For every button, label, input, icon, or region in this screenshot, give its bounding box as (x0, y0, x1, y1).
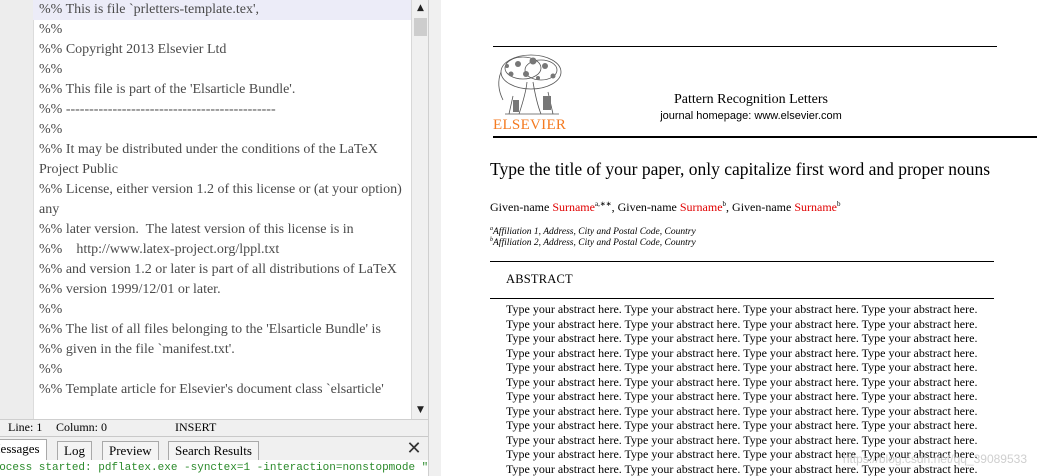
tab-preview[interactable]: Preview (102, 441, 159, 460)
paper-title: Type the title of your paper, only capit… (490, 159, 991, 179)
code-line[interactable]: %% given in the file `manifest.txt'. (39, 340, 411, 360)
code-line[interactable]: %% Copyright 2013 Elsevier Ltd (39, 40, 411, 60)
close-panel-icon[interactable]: ✕ (405, 440, 423, 458)
console-line: Process started: pdflatex.exe -synctex=1… (0, 462, 428, 474)
code-line[interactable]: %% (39, 360, 411, 380)
abstract-heading: ABSTRACT (506, 272, 573, 286)
author-given-name: Given-name (617, 200, 677, 214)
header-bottom-rule (493, 136, 1037, 138)
journal-homepage: journal homepage: www.elsevier.com (660, 110, 842, 122)
abstract-line: Type your abstract here. Type your abstr… (506, 302, 978, 316)
scroll-up-arrow-icon[interactable]: ▲ (412, 0, 428, 17)
author-surname: Surname (552, 200, 595, 214)
abstract-line: Type your abstract here. Type your abstr… (506, 374, 978, 389)
abstract-line: Type your abstract here. Type your abstr… (506, 360, 978, 374)
scroll-thumb[interactable] (414, 18, 427, 36)
code-text-area[interactable]: %% This is file `prletters-template.tex'… (33, 0, 411, 400)
author-given-name: Given-name (490, 200, 550, 214)
code-line[interactable]: %% (39, 60, 411, 80)
author-affiliation-mark: b (837, 200, 841, 208)
tab-messages[interactable]: Messages (0, 439, 47, 461)
code-line[interactable]: %% It may be distributed under the condi… (39, 140, 411, 180)
affiliation-text: Affiliation 1, Address, City and Postal … (493, 227, 696, 238)
journal-name: Pattern Recognition Letters (674, 92, 828, 107)
code-line[interactable]: %% -------------------------------------… (39, 100, 411, 120)
console-output: Process started: pdflatex.exe -synctex=1… (0, 460, 428, 476)
abstract-line: Type your abstract here. Type your abstr… (506, 316, 978, 331)
elsevier-wordmark: ELSEVIER (493, 117, 567, 133)
status-column: Column: 0 (56, 420, 108, 434)
code-line[interactable]: %% (39, 20, 411, 40)
author-surname: Surname (679, 200, 723, 214)
code-line[interactable]: %% and version 1.2 or later is part of a… (39, 260, 411, 280)
abstract-line: Type your abstract here. Type your abstr… (506, 331, 978, 345)
code-line[interactable]: %% This is file `prletters-template.tex'… (33, 0, 411, 20)
scroll-down-arrow-icon[interactable]: ▼ (412, 402, 428, 419)
abstract-line: Type your abstract here. Type your abstr… (506, 432, 978, 447)
status-bar: Line: 1 Column: 0 INSERT (0, 419, 428, 436)
affiliation-b: bAffiliation 2, Address, City and Postal… (490, 237, 696, 248)
affiliation-text: Affiliation 2, Address, City and Postal … (493, 238, 696, 249)
abstract-line: Type your abstract here. Type your abstr… (506, 389, 978, 403)
abstract-heading-rule (490, 298, 994, 299)
abstract-line: Type your abstract here. Type your abstr… (506, 403, 978, 418)
author-list: Given-name Surnamea,∗∗, Given-name Surna… (490, 200, 841, 215)
code-line[interactable]: %% License, either version 1.2 of this l… (39, 180, 411, 220)
pane-splitter[interactable] (428, 0, 441, 476)
code-line[interactable]: %% The list of all files belonging to th… (39, 320, 411, 340)
editor-vertical-scrollbar[interactable]: ▲ ▼ (411, 0, 428, 419)
elsevier-tree-logo (493, 52, 565, 118)
status-mode: INSERT (175, 420, 217, 434)
affiliation-a: aAffiliation 1, Address, City and Postal… (490, 226, 696, 237)
abstract-top-rule (490, 261, 994, 262)
pdf-preview[interactable]: ELSEVIER Pattern Recognition Letters jou… (441, 0, 1037, 476)
author-affiliation-mark: a,∗∗ (594, 200, 612, 208)
line-gutter (0, 0, 34, 419)
code-line[interactable]: %% This file is part of the 'Elsarticle … (39, 80, 411, 100)
abstract-line: Type your abstract here. Type your abstr… (506, 418, 978, 432)
source-editor[interactable]: %% This is file `prletters-template.tex'… (0, 0, 428, 419)
author-given-name: Given-name (732, 200, 792, 214)
abstract-body: Type your abstract here. Type your abstr… (506, 302, 1006, 476)
abstract-line: Type your abstract here. Type your abstr… (506, 345, 978, 360)
code-line[interactable]: %% version 1999/12/01 or later. (39, 280, 411, 300)
tab-log[interactable]: Log (57, 441, 92, 460)
code-line[interactable]: %% Template article for Elsevier's docum… (39, 380, 411, 400)
watermark-text: https://blog.csdn.net/qq_39089533 (842, 452, 1027, 466)
tab-search-results[interactable]: Search Results (168, 441, 259, 460)
author-surname: Surname (794, 200, 837, 214)
code-line[interactable]: %% (39, 120, 411, 140)
code-line[interactable]: %% later version. The latest version of … (39, 220, 411, 240)
code-line[interactable]: %% (39, 300, 411, 320)
status-line: Line: 1 (8, 420, 43, 434)
code-line[interactable]: %% http://www.latex-project.org/lppl.txt (39, 240, 411, 260)
output-panel-tabs: Messages Log Preview Search Results ✕ (0, 436, 428, 461)
header-top-rule (493, 46, 997, 47)
